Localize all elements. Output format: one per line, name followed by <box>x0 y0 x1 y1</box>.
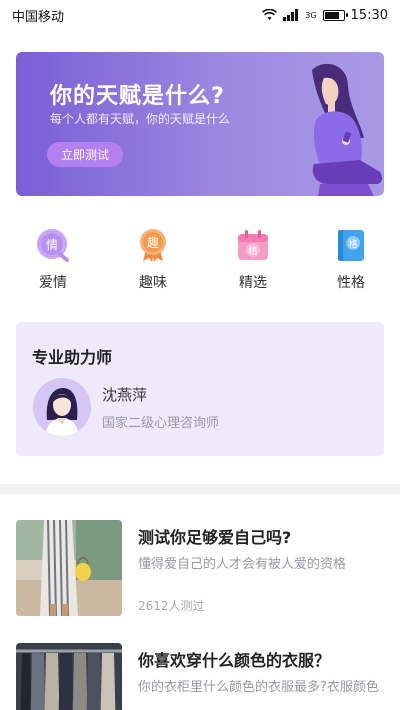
carrier-name: 中国移动 <box>12 9 65 25</box>
category-personality-label: 性格 <box>337 275 365 291</box>
love-icon: 情 <box>36 228 70 262</box>
woman-with-phone-illustration <box>312 63 383 196</box>
counselor-title: 国家二级心理咨询师 <box>102 416 220 431</box>
signal-icon <box>283 9 299 21</box>
section-divider <box>0 484 400 494</box>
category-love-label: 爱情 <box>39 275 67 291</box>
personality-icon: 格 <box>334 228 368 262</box>
talent-test-banner[interactable]: 你的天赋是什么? 每个人都有天赋，你的天赋是什么 立即测试 <box>16 52 384 196</box>
category-featured[interactable]: 精 精选 <box>221 228 285 292</box>
status-icons: 3G 15:30 <box>262 8 388 23</box>
featured-icon: 精 <box>236 228 270 262</box>
banner-subtitle: 每个人都有天赋，你的天赋是什么 <box>50 112 231 126</box>
category-bar: 情 爱情 趣 趣味 精 精选 格 性格 <box>0 228 400 298</box>
test-description: 你的衣柜里什么颜色的衣服最多?衣服颜色 <box>138 680 379 695</box>
banner-title: 你的天赋是什么? <box>50 84 225 109</box>
category-fun-label: 趣味 <box>139 275 167 291</box>
test-thumbnail <box>16 643 122 710</box>
counselor-card[interactable]: 专业助力师 沈燕萍 国家二级心理咨询师 <box>16 322 384 456</box>
test-thumbnail <box>16 520 122 616</box>
category-love[interactable]: 情 爱情 <box>21 228 85 292</box>
test-title: 测试你足够爱自己吗? <box>138 528 292 547</box>
test-list-item[interactable]: 测试你足够爱自己吗? 懂得爱自己的人才会有被人爱的资格 2612人测过 <box>0 520 400 620</box>
battery-icon <box>322 9 348 21</box>
avatar <box>33 378 91 436</box>
start-test-button[interactable]: 立即测试 <box>47 142 123 167</box>
svg-text:精: 精 <box>248 245 257 257</box>
category-personality[interactable]: 格 性格 <box>319 228 383 292</box>
category-fun[interactable]: 趣 趣味 <box>121 228 185 292</box>
counselor-section-title: 专业助力师 <box>32 348 113 367</box>
test-description: 懂得爱自己的人才会有被人爱的资格 <box>138 557 347 572</box>
category-featured-label: 精选 <box>239 275 267 291</box>
test-participant-count: 2612人测过 <box>138 599 205 613</box>
clock: 15:30 <box>350 7 388 23</box>
network-type: 3G <box>305 10 317 20</box>
test-list-item[interactable]: 你喜欢穿什么颜色的衣服？ 你的衣柜里什么颜色的衣服最多?衣服颜色 <box>0 643 400 710</box>
fun-icon: 趣 <box>136 228 170 262</box>
test-title: 你喜欢穿什么颜色的衣服？ <box>138 651 331 670</box>
wifi-icon <box>262 9 278 20</box>
counselor-name: 沈燕萍 <box>102 386 148 404</box>
svg-text:格: 格 <box>348 238 357 250</box>
svg-text:情: 情 <box>46 238 58 252</box>
svg-text:趣: 趣 <box>147 235 159 250</box>
status-bar: 中国移动 3G 15:30 <box>0 0 400 30</box>
